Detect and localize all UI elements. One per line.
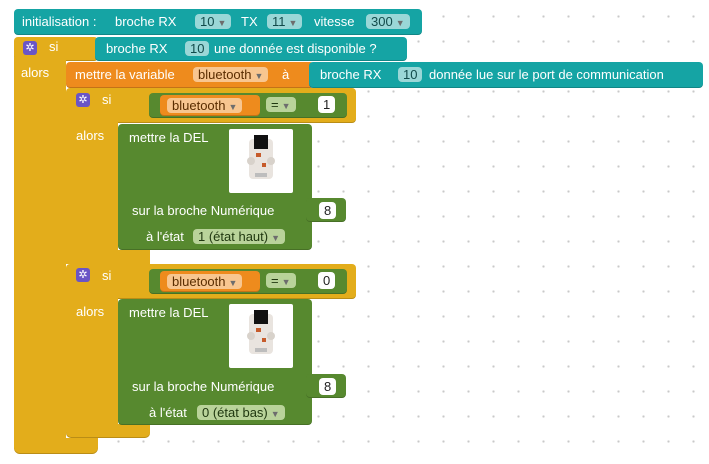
if2-value[interactable]: 0: [318, 272, 336, 289]
led1-state-value: 1 (état haut): [198, 229, 269, 244]
led1-block[interactable]: mettre la DEL sur la broche Numérique 8 …: [118, 124, 335, 250]
init-speed-dropdown[interactable]: 300 ▼: [366, 14, 410, 29]
condition-text: une donnée est disponible ?: [214, 41, 377, 56]
if2-si: si: [102, 268, 112, 283]
init-label: initialisation :: [22, 14, 97, 29]
led2-state-label: à l'état: [149, 405, 187, 420]
led2-pin-label: sur la broche Numérique: [132, 379, 275, 394]
if1-variable[interactable]: bluetooth ▼: [160, 95, 260, 116]
dropdown-arrow-icon: ▼: [270, 409, 280, 419]
gear-icon[interactable]: ✲: [23, 41, 37, 55]
read-text: donnée lue sur le port de communication: [429, 67, 664, 82]
set-var-dropdown[interactable]: bluetooth ▼: [193, 67, 269, 82]
gear-icon[interactable]: ✲: [76, 268, 90, 282]
set-var-name: bluetooth: [198, 67, 252, 82]
led1-pin-value-box[interactable]: 8: [319, 202, 337, 219]
condition-rx-value[interactable]: 10: [185, 41, 210, 56]
if2-operator-value: =: [271, 273, 279, 288]
outer-if-condition[interactable]: broche RX 10 une donnée est disponible ?: [95, 37, 407, 61]
if1-var-dropdown[interactable]: bluetooth ▼: [167, 98, 243, 113]
condition-rx-label: broche RX: [106, 41, 168, 56]
dropdown-arrow-icon: ▼: [281, 277, 291, 287]
set-var-label: mettre la variable: [75, 67, 175, 82]
init-block[interactable]: initialisation : broche RX 10 ▼ TX 11 ▼ vi…: [14, 9, 422, 35]
if1-value[interactable]: 1: [318, 96, 336, 113]
outer-if-spine: [14, 58, 66, 452]
if2-var-dropdown[interactable]: bluetooth ▼: [167, 274, 243, 289]
dropdown-arrow-icon: ▼: [395, 18, 405, 28]
dropdown-arrow-icon: ▼: [228, 102, 238, 112]
init-tx-dropdown[interactable]: 11 ▼: [267, 14, 303, 29]
init-tx-label: TX: [241, 14, 258, 29]
set-var-a: à: [282, 67, 290, 82]
led-module-image: [229, 304, 293, 368]
init-speed-label: vitesse: [314, 14, 355, 29]
if1-si: si: [102, 92, 112, 107]
outer-if-footer: [14, 438, 98, 454]
if1-alors: alors: [76, 128, 105, 143]
if1-operator-value: =: [271, 97, 279, 112]
gear-icon[interactable]: ✲: [76, 93, 90, 107]
led2-state-value: 0 (état bas): [202, 405, 268, 420]
dropdown-arrow-icon: ▼: [271, 233, 281, 243]
dropdown-arrow-icon: ▼: [288, 18, 298, 28]
if1-var-name: bluetooth: [172, 98, 226, 113]
read-rx-label: broche RX: [320, 67, 382, 82]
if2-var-name: bluetooth: [172, 274, 226, 289]
if2-operator[interactable]: = ▼: [266, 273, 296, 288]
led1-state-dropdown[interactable]: 1 (état haut) ▼: [193, 229, 286, 244]
outer-if-si: si: [49, 39, 59, 54]
led2-label: mettre la DEL: [129, 305, 209, 320]
init-speed-value: 300: [371, 14, 393, 29]
led2-pin-value-box[interactable]: 8: [319, 378, 337, 395]
dropdown-arrow-icon: ▼: [281, 101, 291, 111]
dropdown-arrow-icon: ▼: [228, 278, 238, 288]
outer-if-alors: alors: [21, 65, 50, 80]
led2-block[interactable]: mettre la DEL sur la broche Numérique à …: [118, 299, 312, 425]
if1-operator[interactable]: = ▼: [266, 97, 296, 112]
led1-pin-label: sur la broche Numérique: [132, 203, 275, 218]
init-tx-value: 11: [272, 14, 286, 29]
init-rx-value: 10: [200, 14, 215, 29]
init-rx-label: broche RX: [115, 14, 177, 29]
dropdown-arrow-icon: ▼: [254, 71, 264, 81]
led2-state-dropdown[interactable]: 0 (état bas) ▼: [197, 405, 285, 420]
if1-bottom: [66, 250, 150, 264]
led1-label: mettre la DEL: [129, 130, 209, 145]
if2-footer: [66, 424, 150, 438]
dropdown-arrow-icon: ▼: [217, 18, 227, 28]
read-rx-value[interactable]: 10: [398, 67, 423, 82]
init-rx-dropdown[interactable]: 10 ▼: [195, 14, 232, 29]
led1-state-label: à l'état: [146, 229, 184, 244]
led-module-image: [229, 129, 293, 193]
set-variable-block[interactable]: mettre la variable bluetooth ▼ à: [66, 62, 314, 88]
read-serial-block[interactable]: broche RX 10 donnée lue sur le port de c…: [309, 62, 703, 88]
if2-alors: alors: [76, 304, 105, 319]
if2-variable[interactable]: bluetooth ▼: [160, 271, 260, 292]
